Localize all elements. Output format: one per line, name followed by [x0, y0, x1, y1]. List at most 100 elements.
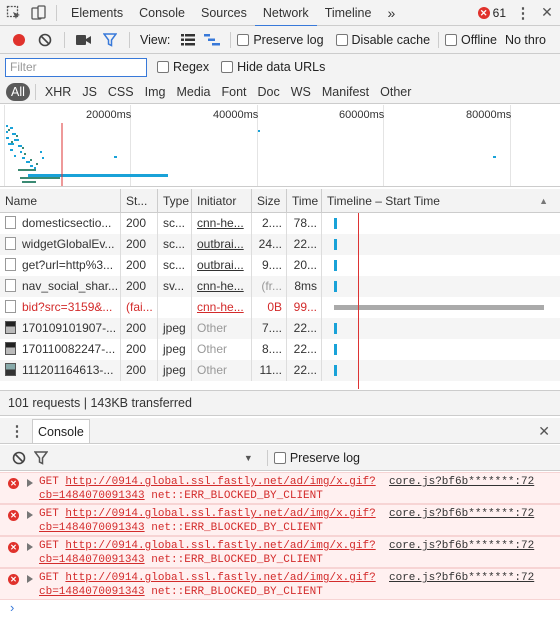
- console-error-message[interactable]: ✕ GET http://0914.global.ssl.fastly.net/a…: [0, 472, 560, 504]
- source-location-link[interactable]: core.js?bf6b*******:72: [389, 540, 534, 552]
- offline-checkbox[interactable]: [445, 33, 458, 46]
- request-row[interactable]: nav_social_shar... 200 sv... cnn-he... (fr..…: [0, 276, 560, 297]
- request-url-link[interactable]: http://0914.global.ssl.fastly.net/ad/img…: [65, 540, 375, 552]
- type-filter-ws[interactable]: WS: [286, 83, 316, 101]
- filter-icon[interactable]: [97, 30, 123, 50]
- disable-cache-option[interactable]: Disable cache: [335, 33, 430, 47]
- column-header-size[interactable]: Size: [252, 189, 287, 213]
- console-error-message[interactable]: ✕ GET http://0914.global.ssl.fastly.net/a…: [0, 568, 560, 600]
- more-tabs-button[interactable]: »: [379, 0, 403, 26]
- request-row[interactable]: domesticsectio... 200 sc... cnn-he... 2.... 7…: [0, 213, 560, 234]
- hide-data-urls-option[interactable]: Hide data URLs: [221, 60, 325, 74]
- console-filter-icon[interactable]: [30, 448, 52, 468]
- type-filter-manifest[interactable]: Manifest: [317, 83, 374, 101]
- source-location-link[interactable]: core.js?bf6b*******:72: [389, 508, 534, 520]
- source-location-link[interactable]: core.js?bf6b*******:72: [389, 572, 534, 584]
- error-count-badge[interactable]: ✕ 61: [477, 6, 506, 20]
- regex-checkbox[interactable]: [157, 61, 169, 73]
- type-filter-other[interactable]: Other: [375, 83, 416, 101]
- hide-data-urls-checkbox[interactable]: [221, 61, 234, 73]
- type-filter-all[interactable]: All: [6, 82, 30, 101]
- request-url-continuation[interactable]: cb=1484070091343: [39, 522, 145, 534]
- tab-network[interactable]: Network: [254, 0, 317, 27]
- type-filter-js[interactable]: JS: [77, 83, 102, 101]
- file-icon: [5, 237, 16, 250]
- filter-input[interactable]: [5, 57, 147, 77]
- column-header-status[interactable]: St...: [121, 189, 158, 213]
- request-row[interactable]: 170110082247-... 200 jpeg Other 8.... 22...: [0, 339, 560, 360]
- message-line-2: cb=1484070091343 net::ERR_BLOCKED_BY_CLI…: [39, 522, 323, 534]
- type-filter-media[interactable]: Media: [171, 83, 215, 101]
- record-icon[interactable]: [6, 30, 32, 50]
- console-messages: ✕ GET http://0914.global.ssl.fastly.net/a…: [0, 472, 560, 600]
- type-filter-css[interactable]: CSS: [103, 83, 139, 101]
- close-devtools-icon[interactable]: ✕: [534, 3, 560, 23]
- source-location-link[interactable]: core.js?bf6b*******:72: [389, 476, 534, 488]
- device-mode-icon[interactable]: [28, 3, 50, 23]
- request-url-continuation[interactable]: cb=1484070091343: [39, 586, 145, 598]
- network-overview[interactable]: 20000ms 40000ms 60000ms 80000ms: [0, 105, 560, 187]
- request-url-link[interactable]: http://0914.global.ssl.fastly.net/ad/img…: [65, 508, 375, 520]
- console-preserve-log-checkbox[interactable]: [273, 451, 286, 464]
- error-text: net::ERR_BLOCKED_BY_CLIENT: [151, 490, 323, 502]
- offline-option[interactable]: Offline: [445, 33, 497, 47]
- drawer-menu-icon[interactable]: ⋮: [6, 421, 28, 441]
- tab-elements[interactable]: Elements: [63, 0, 131, 26]
- request-initiator[interactable]: cnn-he...: [192, 297, 252, 318]
- console-preserve-log-option[interactable]: Preserve log: [273, 451, 360, 465]
- type-filter-xhr[interactable]: XHR: [40, 83, 76, 101]
- expand-triangle-icon[interactable]: [27, 479, 33, 487]
- console-error-message[interactable]: ✕ GET http://0914.global.ssl.fastly.net/a…: [0, 504, 560, 536]
- request-url-continuation[interactable]: cb=1484070091343: [39, 554, 145, 566]
- column-header-time[interactable]: Time: [287, 189, 322, 213]
- type-filter-img[interactable]: Img: [140, 83, 171, 101]
- close-drawer-icon[interactable]: ✕: [538, 421, 550, 441]
- regex-option[interactable]: Regex: [157, 60, 209, 74]
- type-filter-doc[interactable]: Doc: [253, 83, 285, 101]
- tab-timeline[interactable]: Timeline: [317, 0, 380, 26]
- request-row[interactable]: bid?src=3159&... (fai... cnn-he... 0B 99...: [0, 297, 560, 318]
- request-initiator[interactable]: outbrai...: [192, 255, 252, 276]
- column-header-timeline[interactable]: Timeline – Start Time ▲: [322, 189, 560, 213]
- column-header-initiator[interactable]: Initiator: [192, 189, 252, 213]
- expand-triangle-icon[interactable]: [27, 511, 33, 519]
- overview-waterfall-icon[interactable]: [200, 30, 224, 50]
- inspect-element-icon[interactable]: [0, 3, 28, 23]
- request-url-continuation[interactable]: cb=1484070091343: [39, 490, 145, 502]
- tab-console[interactable]: Console: [131, 0, 193, 26]
- request-row[interactable]: 111201164613-... 200 jpeg Other 11... 22...: [0, 360, 560, 381]
- tab-sources[interactable]: Sources: [193, 0, 255, 26]
- request-size: 9....: [252, 255, 287, 276]
- request-row[interactable]: 170109101907-... 200 jpeg Other 7.... 22...: [0, 318, 560, 339]
- preserve-log-checkbox[interactable]: [237, 33, 250, 46]
- request-row[interactable]: get?url=http%3... 200 sc... outbrai... 9....…: [0, 255, 560, 276]
- request-name: 111201164613-...: [0, 360, 121, 381]
- menu-icon[interactable]: ⋮: [512, 3, 534, 23]
- request-url-link[interactable]: http://0914.global.ssl.fastly.net/ad/img…: [65, 572, 375, 584]
- clear-console-icon[interactable]: [8, 448, 30, 468]
- column-header-type[interactable]: Type: [158, 189, 192, 213]
- request-url-link[interactable]: http://0914.global.ssl.fastly.net/ad/img…: [65, 476, 375, 488]
- clear-icon[interactable]: [32, 30, 58, 50]
- disable-cache-checkbox[interactable]: [335, 33, 348, 46]
- capture-screenshots-icon[interactable]: [71, 30, 97, 50]
- console-error-message[interactable]: ✕ GET http://0914.global.ssl.fastly.net/a…: [0, 536, 560, 568]
- preserve-log-option[interactable]: Preserve log: [237, 33, 324, 47]
- console-prompt[interactable]: ›: [10, 600, 14, 615]
- expand-triangle-icon[interactable]: [27, 575, 33, 583]
- large-rows-icon[interactable]: [176, 30, 200, 50]
- network-request-list[interactable]: domesticsectio... 200 sc... cnn-he... 2.... 7…: [0, 213, 560, 389]
- request-method: GET: [39, 540, 59, 552]
- expand-triangle-icon[interactable]: [27, 543, 33, 551]
- request-initiator[interactable]: cnn-he...: [192, 213, 252, 234]
- request-timeline-bar: [334, 305, 544, 310]
- type-filter-font[interactable]: Font: [217, 83, 252, 101]
- context-select-chevron-icon[interactable]: ▼: [244, 453, 253, 463]
- request-initiator[interactable]: outbrai...: [192, 234, 252, 255]
- drawer-tab-console[interactable]: Console: [32, 419, 90, 443]
- request-row[interactable]: widgetGlobalEv... 200 sc... outbrai... 24...…: [0, 234, 560, 255]
- column-header-name[interactable]: Name: [0, 189, 121, 213]
- request-initiator[interactable]: cnn-he...: [192, 276, 252, 297]
- throttling-select[interactable]: No thro: [505, 33, 546, 47]
- request-status: 200: [121, 255, 158, 276]
